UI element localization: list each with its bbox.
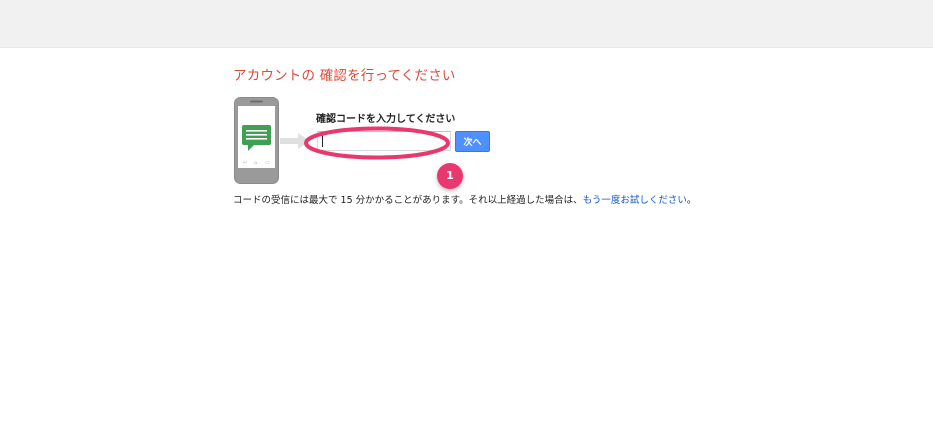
smartphone-icon: ↩ ⌂ ▭: [234, 97, 279, 184]
svg-text:⌂: ⌂: [254, 160, 257, 166]
help-text-before: コードの受信には最大で 15 分かかることがあります。それ以上経過した場合は、: [233, 195, 583, 206]
help-message: コードの受信には最大で 15 分かかることがあります。それ以上経過した場合は、も…: [233, 192, 696, 206]
verification-code-input[interactable]: [317, 131, 451, 151]
step-number-badge: 1: [437, 163, 463, 189]
svg-text:↩: ↩: [243, 160, 247, 166]
top-bar: [0, 0, 933, 48]
next-button[interactable]: 次へ: [455, 131, 490, 152]
page-title: アカウントの 確認を行ってください: [233, 68, 456, 84]
retry-link[interactable]: もう一度お試しください: [583, 195, 687, 206]
text-caret: [322, 135, 323, 147]
svg-text:▭: ▭: [265, 160, 270, 166]
help-text-after: 。: [686, 195, 697, 206]
code-prompt-label: 確認コードを入力してください: [316, 114, 456, 125]
arrow-right-icon: [280, 133, 310, 149]
